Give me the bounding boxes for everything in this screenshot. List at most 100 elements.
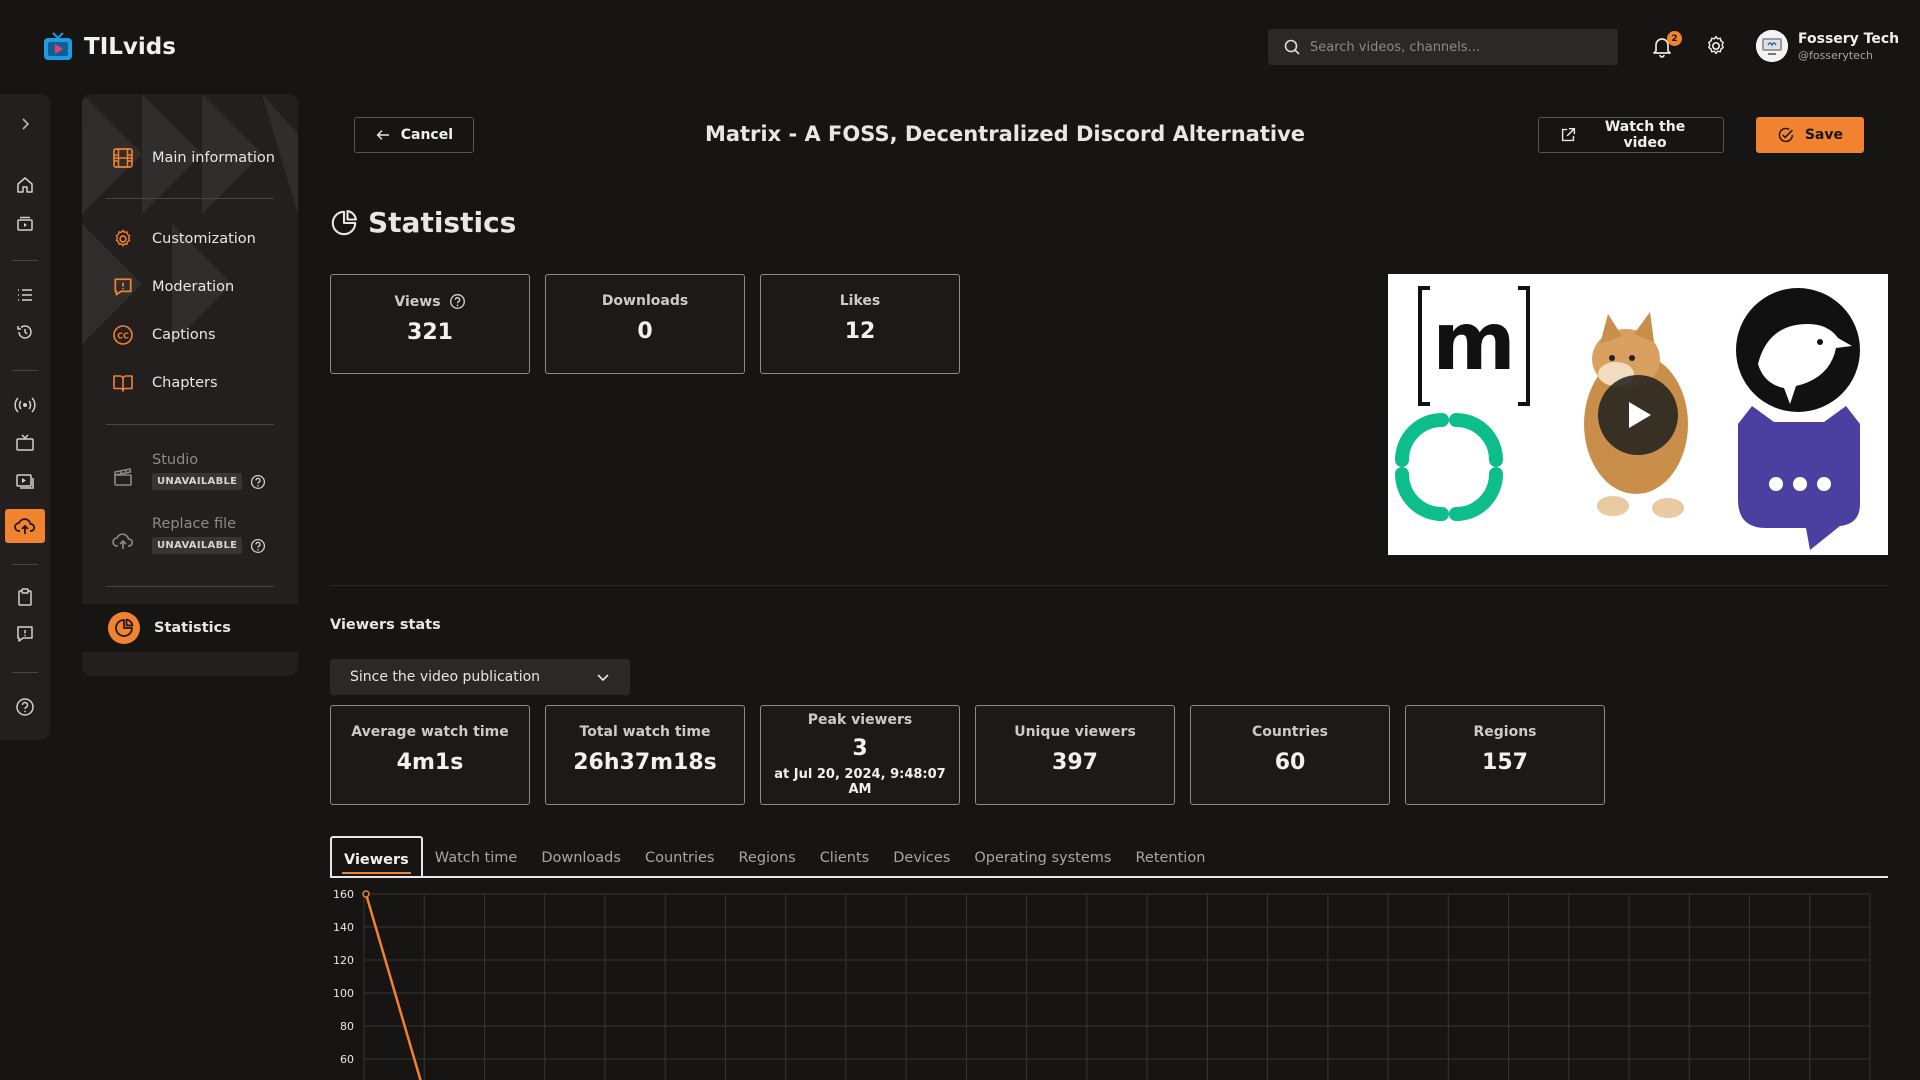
rail-feedback[interactable] — [10, 619, 40, 649]
tab-downloads[interactable]: Downloads — [529, 836, 633, 876]
watch-video-label: Watch the video — [1604, 119, 1686, 151]
peak-viewers-date: at Jul 20, 2024, 9:48:07 AM — [774, 767, 946, 797]
rail-my-library[interactable] — [10, 582, 40, 612]
chevron-down-icon — [597, 674, 609, 682]
help-circle-icon[interactable] — [250, 474, 266, 490]
tab-operating-systems[interactable]: Operating systems — [962, 836, 1123, 876]
stat-value: 397 — [1052, 750, 1098, 775]
tab-countries[interactable]: Countries — [633, 836, 727, 876]
stat-label: Unique viewers — [1014, 724, 1136, 740]
menu-item-customization[interactable]: Customization — [108, 224, 256, 254]
stat-card-unique-viewers: Unique viewers 397 — [975, 705, 1175, 805]
menu-item-captions[interactable]: CC Captions — [108, 320, 216, 350]
menu-item-label: Customization — [152, 231, 256, 247]
menu-item-label: Moderation — [152, 279, 235, 295]
rail-home[interactable] — [10, 170, 40, 200]
tab-devices[interactable]: Devices — [881, 836, 962, 876]
tab-regions[interactable]: Regions — [726, 836, 807, 876]
notification-count-badge: 2 — [1667, 31, 1682, 46]
section-divider — [330, 585, 1888, 586]
y-tick-label: 100 — [333, 987, 354, 1000]
menu-item-label: Captions — [152, 327, 216, 343]
stat-label: Peak viewers — [807, 712, 913, 728]
menu-item-statistics[interactable]: Statistics — [108, 612, 231, 644]
tab-watch-time[interactable]: Watch time — [423, 836, 530, 876]
series-line — [364, 893, 422, 1080]
tab-retention[interactable]: Retention — [1123, 836, 1217, 876]
history-icon — [17, 325, 32, 339]
check-circle-icon — [1778, 127, 1794, 143]
film-icon — [108, 143, 138, 173]
stat-label: Countries — [1251, 724, 1329, 740]
stat-label: Views — [394, 293, 441, 310]
menu-item-main-information[interactable]: Main information — [108, 143, 275, 173]
search-bar[interactable] — [1268, 29, 1618, 65]
stat-value: 0 — [637, 319, 653, 344]
video-settings-menu: Main information Customization Moderatio… — [82, 94, 298, 676]
settings-button[interactable] — [1704, 34, 1730, 60]
y-tick-label: 80 — [340, 1020, 354, 1033]
period-select[interactable]: Since the video publication — [330, 659, 630, 695]
save-label: Save — [1804, 127, 1843, 143]
expand-menu-button[interactable] — [10, 109, 40, 139]
video-thumbnail[interactable]: m — [1388, 274, 1888, 555]
stat-card-average-watch-time: Average watch time 4m1s — [330, 705, 530, 805]
rail-live[interactable] — [10, 390, 40, 420]
menu-item-label: Main information — [152, 150, 275, 166]
y-tick-label: 60 — [340, 1053, 354, 1066]
stat-card-likes: Likes 12 — [760, 274, 960, 374]
rail-subscriptions[interactable] — [10, 208, 40, 238]
statistics-heading: Statistics — [330, 206, 516, 239]
menu-item-label: Chapters — [152, 375, 218, 391]
play-icon — [1629, 402, 1651, 428]
cancel-button[interactable]: Cancel — [354, 117, 474, 153]
app-logo[interactable]: TILvids — [42, 32, 176, 62]
menu-item-moderation[interactable]: Moderation — [108, 272, 234, 302]
stat-label: Likes — [839, 293, 881, 309]
menu-divider — [106, 198, 274, 199]
avatar — [1756, 30, 1788, 62]
upload-cloud-icon — [14, 518, 36, 534]
matrix-logo: m — [1418, 286, 1530, 406]
unavailable-badge: UNAVAILABLE — [152, 473, 243, 490]
rail-divider — [12, 370, 38, 371]
tab-clients[interactable]: Clients — [808, 836, 882, 876]
help-circle-icon[interactable] — [250, 538, 266, 554]
rail-divider — [12, 260, 38, 261]
menu-divider — [106, 586, 274, 587]
rail-divider — [12, 672, 38, 673]
save-button[interactable]: Save — [1756, 117, 1864, 153]
rail-channels[interactable] — [10, 428, 40, 458]
user-name: Fossery Tech — [1798, 30, 1900, 47]
data-point[interactable] — [362, 890, 370, 898]
user-handle: @fosserytech — [1798, 48, 1873, 62]
rail-history[interactable] — [10, 317, 40, 347]
notifications-button[interactable]: 2 — [1650, 31, 1682, 60]
stat-value: 3 — [852, 736, 868, 761]
stat-label: Average watch time — [351, 724, 509, 740]
pie-chart-icon — [331, 209, 357, 235]
rail-playlists[interactable] — [10, 280, 40, 310]
user-menu[interactable]: Fossery Tech @fosserytech — [1756, 30, 1899, 62]
play-button[interactable] — [1598, 375, 1678, 455]
cat-logo — [1738, 406, 1860, 550]
rail-videos[interactable] — [10, 466, 40, 496]
comment-alert-icon — [17, 626, 33, 642]
stat-value: 60 — [1274, 750, 1306, 775]
external-link-icon — [1561, 127, 1576, 142]
stat-card-countries: Countries 60 — [1190, 705, 1390, 805]
menu-item-chapters[interactable]: Chapters — [108, 368, 218, 398]
arrow-left-icon — [376, 130, 389, 140]
period-select-value: Since the video publication — [350, 669, 541, 685]
rail-help[interactable] — [10, 692, 40, 722]
search-input[interactable] — [1310, 39, 1600, 55]
help-circle-icon[interactable] — [449, 293, 466, 310]
upload-cloud-icon — [108, 526, 138, 556]
tab-viewers[interactable]: Viewers — [330, 836, 423, 876]
gear-icon — [108, 224, 138, 254]
menu-item-label: Studio — [152, 452, 199, 468]
chevron-right-icon — [22, 118, 30, 130]
watch-video-button[interactable]: Watch the video — [1538, 117, 1724, 153]
rail-upload[interactable] — [5, 509, 45, 543]
page-title: Matrix - A FOSS, Decentralized Discord A… — [704, 122, 1306, 146]
